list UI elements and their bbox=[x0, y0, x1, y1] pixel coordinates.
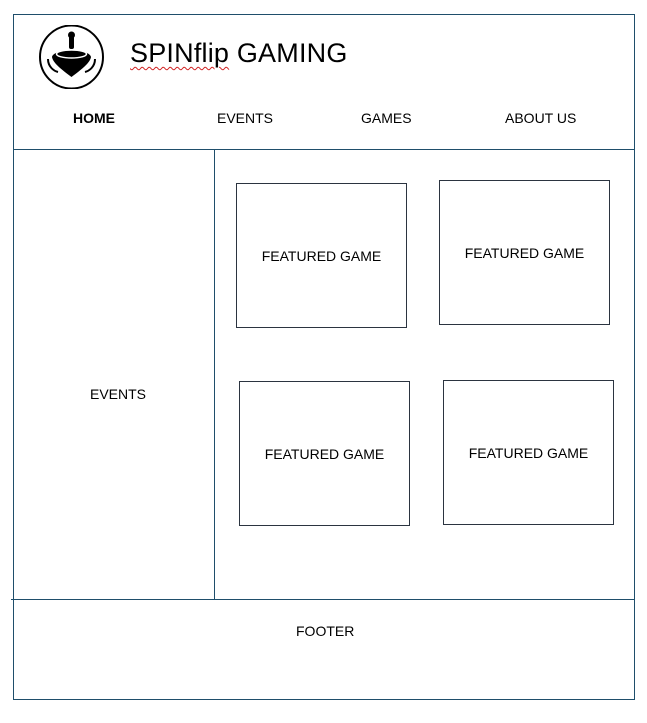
nav-games[interactable]: GAMES bbox=[361, 110, 412, 126]
featured-game-card[interactable]: FEATURED GAME bbox=[239, 381, 410, 526]
featured-game-card[interactable]: FEATURED GAME bbox=[236, 183, 407, 328]
featured-game-card[interactable]: FEATURED GAME bbox=[443, 380, 614, 525]
site-title-brand: SPINflip bbox=[130, 38, 230, 68]
featured-game-label: FEATURED GAME bbox=[468, 444, 589, 461]
site-title: SPINflip GAMING bbox=[130, 38, 348, 69]
header-divider bbox=[13, 149, 635, 150]
featured-game-label: FEATURED GAME bbox=[264, 445, 385, 462]
nav-home[interactable]: HOME bbox=[73, 110, 115, 126]
spinning-top-icon[interactable] bbox=[38, 24, 105, 90]
featured-game-card[interactable]: FEATURED GAME bbox=[439, 180, 610, 325]
nav-about-us[interactable]: ABOUT US bbox=[505, 110, 576, 126]
featured-game-label: FEATURED GAME bbox=[464, 244, 585, 261]
featured-game-label: FEATURED GAME bbox=[261, 247, 382, 264]
site-title-suffix: GAMING bbox=[229, 38, 348, 68]
footer-divider bbox=[11, 599, 635, 600]
footer-label: FOOTER bbox=[296, 623, 355, 639]
sidebar-divider bbox=[214, 150, 215, 600]
events-sidebar-label[interactable]: EVENTS bbox=[90, 386, 146, 402]
nav-events[interactable]: EVENTS bbox=[217, 110, 273, 126]
